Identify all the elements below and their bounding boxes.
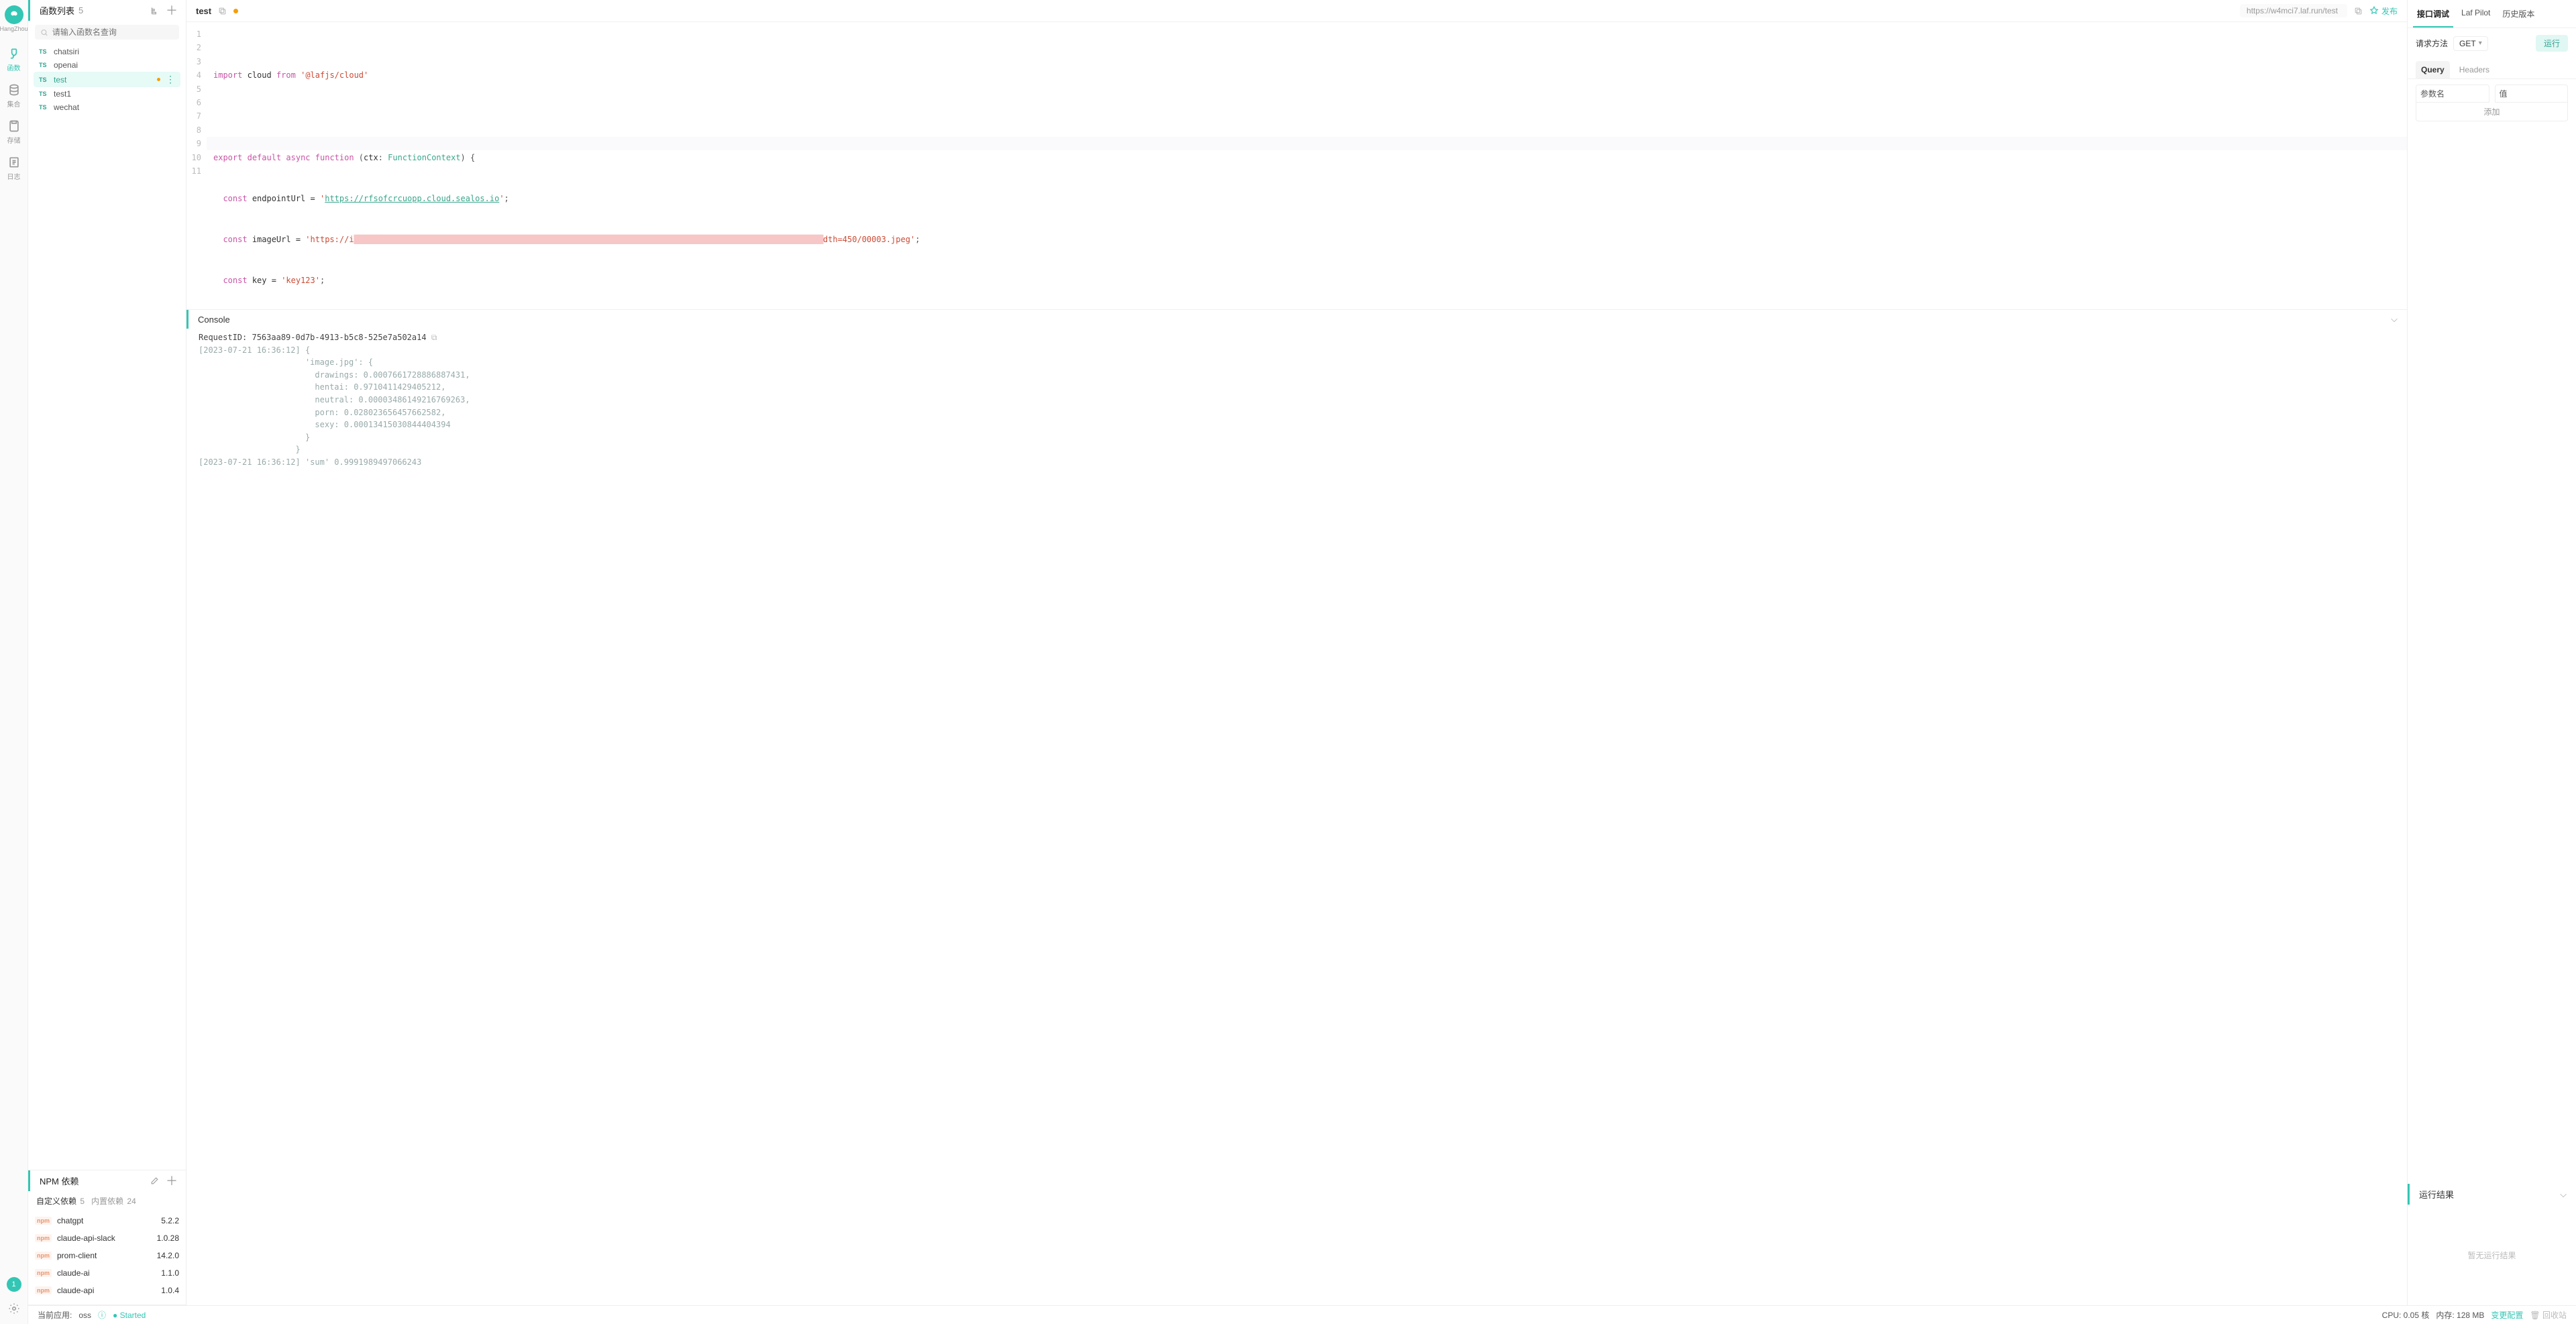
run-button[interactable]: 运行 xyxy=(2536,35,2568,52)
npm-item[interactable]: npmclaude-api1.0.4 xyxy=(34,1282,180,1299)
search-icon xyxy=(40,28,48,37)
functions-count: 5 xyxy=(78,5,83,15)
npm-item[interactable]: npmclaude-api-slack1.0.28 xyxy=(34,1229,180,1247)
editor-filename: test xyxy=(196,6,211,16)
param-name-header: 参数名 xyxy=(2416,85,2489,103)
function-list: TSchatsiri TSopenai TStest⋮ TStest1 TSwe… xyxy=(28,44,186,119)
rail-item-collections[interactable]: 集合 xyxy=(0,78,28,114)
add-function-button[interactable]: ＋ xyxy=(164,6,179,15)
code-editor[interactable]: 1234567891011 import cloud from '@lafjs/… xyxy=(186,22,2407,309)
change-config-button[interactable]: 变更配置 xyxy=(2491,1309,2523,1321)
method-select[interactable]: GET ▾ xyxy=(2453,36,2488,51)
tab-api-debug[interactable]: 接口调试 xyxy=(2413,4,2453,27)
logo-icon[interactable] xyxy=(5,5,23,24)
functions-panel-header: 函数列表 5 ＋ xyxy=(28,0,186,21)
method-label: 请求方法 xyxy=(2416,38,2448,49)
functions-title: 函数列表 xyxy=(40,4,74,17)
subtab-headers[interactable]: Headers xyxy=(2454,61,2495,78)
info-icon[interactable]: ⓘ xyxy=(98,1309,106,1321)
result-title: 运行结果 xyxy=(2419,1188,2454,1201)
rail-item-functions[interactable]: 函数 xyxy=(0,42,28,78)
add-param-button[interactable]: 添加 xyxy=(2416,103,2568,121)
run-url[interactable]: https://w4mci7.laf.run/test xyxy=(2240,4,2347,17)
function-item[interactable]: TStest1 xyxy=(34,87,180,101)
npm-item[interactable]: npmchatgpt5.2.2 xyxy=(34,1212,180,1229)
line-gutter: 1234567891011 xyxy=(186,27,207,309)
npm-tab-custom[interactable]: 自定义依赖 5 xyxy=(36,1195,85,1207)
result-body: 暂无运行结果 xyxy=(2408,1205,2576,1305)
cpu-stat: CPU: 0.05 核 xyxy=(2382,1309,2430,1321)
tab-history[interactable]: 历史版本 xyxy=(2498,4,2538,27)
modified-dot-icon xyxy=(233,9,238,13)
app-status: ● Started xyxy=(113,1311,146,1320)
region-label: HangZhou xyxy=(0,25,28,32)
function-item[interactable]: TSopenai xyxy=(34,58,180,72)
tab-laf-pilot[interactable]: Laf Pilot xyxy=(2457,4,2494,27)
function-search-input[interactable] xyxy=(52,27,174,37)
copy-url-icon[interactable] xyxy=(2354,7,2363,15)
npm-tab-builtin[interactable]: 内置依赖 24 xyxy=(91,1195,136,1207)
status-bar: 当前应用: oss ⓘ ● Started CPU: 0.05 核 内存: 12… xyxy=(28,1305,2576,1324)
npm-item[interactable]: npmclaude-ai1.1.0 xyxy=(34,1264,180,1282)
copy-request-id-icon[interactable]: ⧉ xyxy=(431,333,437,342)
right-panel-tabs: 接口调试 Laf Pilot 历史版本 xyxy=(2408,0,2576,28)
modified-dot-icon xyxy=(157,78,160,81)
nav-rail: HangZhou 函数 集合 存储 日志 1 xyxy=(0,0,28,1324)
add-dep-button[interactable]: ＋ xyxy=(164,1176,179,1186)
function-item-more[interactable]: ⋮ xyxy=(166,74,175,85)
rail-item-storage[interactable]: 存储 xyxy=(0,114,28,150)
result-header[interactable]: 运行结果 ⌵ xyxy=(2408,1184,2576,1205)
npm-title: NPM 依赖 xyxy=(40,1174,79,1187)
function-search[interactable] xyxy=(35,25,179,40)
param-value-header: 值 xyxy=(2495,85,2569,103)
edit-deps-icon[interactable] xyxy=(149,1176,160,1185)
console-header[interactable]: Console ⌵ xyxy=(186,310,2407,329)
user-avatar[interactable]: 1 xyxy=(7,1277,21,1292)
publish-button[interactable]: 发布 xyxy=(2369,5,2398,17)
console-title: Console xyxy=(198,315,230,325)
subtab-query[interactable]: Query xyxy=(2416,61,2450,78)
settings-icon[interactable] xyxy=(4,1299,24,1319)
current-app-label: 当前应用: xyxy=(38,1309,72,1321)
copy-name-icon[interactable] xyxy=(218,7,227,15)
rocket-icon xyxy=(2369,6,2379,15)
chevron-down-icon[interactable]: ⌵ xyxy=(2391,314,2398,325)
editor-header: test https://w4mci7.laf.run/test 发布 xyxy=(186,0,2407,22)
mem-stat: 内存: 128 MB xyxy=(2436,1309,2484,1321)
trash-button[interactable]: 🗑 回收站 xyxy=(2530,1309,2567,1321)
chevron-down-icon[interactable]: ⌵ xyxy=(2560,1189,2567,1200)
function-item[interactable]: TSchatsiri xyxy=(34,45,180,58)
chevron-down-icon: ▾ xyxy=(2479,40,2482,47)
current-app-name[interactable]: oss xyxy=(78,1311,91,1320)
tree-icon[interactable] xyxy=(148,6,160,15)
function-item[interactable]: TSwechat xyxy=(34,101,180,114)
npm-item[interactable]: npmprom-client14.2.0 xyxy=(34,1247,180,1264)
console-output[interactable]: RequestID: 7563aa89-0d7b-4913-b5c8-525e7… xyxy=(186,329,2407,478)
function-item[interactable]: TStest⋮ xyxy=(34,72,180,87)
npm-panel-header: NPM 依赖 ＋ xyxy=(28,1170,186,1191)
rail-item-logs[interactable]: 日志 xyxy=(0,150,28,186)
